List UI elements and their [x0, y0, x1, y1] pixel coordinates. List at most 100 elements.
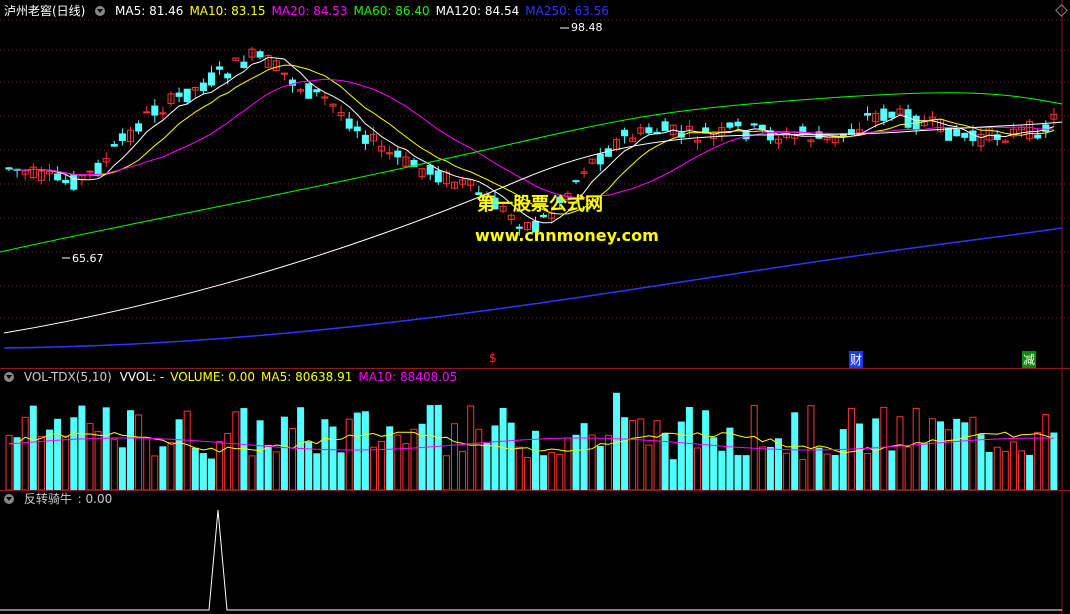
- volume-chart[interactable]: [0, 369, 1070, 490]
- volume-bar: [839, 429, 847, 490]
- candle-body: [621, 129, 629, 137]
- volume-bar: [1042, 413, 1050, 490]
- candle-body: [888, 111, 896, 118]
- volume-bar: [1050, 432, 1058, 490]
- candle-body: [70, 174, 78, 190]
- volume-bar: [272, 451, 280, 490]
- volume-bar: [94, 431, 102, 490]
- volume-bar: [637, 418, 645, 490]
- volume-bar: [726, 427, 734, 490]
- candle-body: [151, 105, 159, 116]
- volume-bar: [248, 455, 256, 490]
- candle-body: [426, 165, 434, 175]
- watermark-url: www.chnmoney.com: [475, 226, 659, 245]
- indicator-title: 反转骑牛: [23, 492, 72, 506]
- candle-body: [864, 113, 872, 116]
- volume-bar: [143, 437, 151, 490]
- price-panel[interactable]: 98.48 65.67 泸州老窖(日线) MA5: 81.46 MA10: 83.1…: [0, 0, 1070, 368]
- volume-bar: [394, 434, 402, 490]
- indicator-signal-line: [0, 509, 1062, 611]
- volume-bar: [475, 428, 483, 490]
- collapse-icon[interactable]: [4, 372, 14, 382]
- candle-body: [118, 133, 126, 141]
- volume-bar: [596, 446, 604, 490]
- volume-bar: [993, 446, 1001, 490]
- collapse-icon[interactable]: [95, 6, 106, 16]
- candle-body: [208, 72, 215, 86]
- volume-bar: [110, 438, 118, 490]
- volume-bar: [523, 456, 531, 490]
- indicator-value: : 0.00: [77, 492, 113, 506]
- volume-bar: [62, 435, 70, 490]
- volume-bar: [856, 423, 863, 490]
- volume-bar: [264, 444, 272, 490]
- volume-legend: VOL-TDX(5,10) VVOL: - VOLUME: 0.00 MA5: 80…: [4, 369, 469, 385]
- volume-bar: [588, 434, 596, 490]
- volume-bar: [280, 416, 288, 490]
- volume-bar: [289, 427, 296, 490]
- volume-bar: [370, 446, 377, 490]
- ma-line: [8, 78, 1054, 199]
- indicator-chart[interactable]: [0, 491, 1070, 614]
- candle-body: [572, 180, 580, 183]
- volume-bar: [783, 452, 791, 490]
- candle-body: [199, 82, 207, 92]
- indicator-legend: 反转骑牛 : 0.00: [4, 491, 118, 507]
- candle-body: [224, 73, 232, 79]
- volume-bar: [815, 447, 823, 490]
- volume-panel[interactable]: VOL-TDX(5,10) VVOL: - VOLUME: 0.00 MA5: 80…: [0, 369, 1070, 490]
- volume-bar: [961, 422, 969, 490]
- volume-bar: [1034, 432, 1042, 490]
- watermark-title: 第一股票公式网: [477, 194, 603, 215]
- candle-body: [604, 148, 612, 157]
- volume-bar: [159, 446, 167, 490]
- volume-bar: [645, 444, 653, 490]
- price-chart[interactable]: 98.48 65.67: [0, 0, 1070, 368]
- volume-bar: [216, 441, 224, 490]
- volume-legend-item: VVOL: -: [119, 370, 165, 384]
- volume-bar: [402, 443, 410, 490]
- volume-bar: [937, 421, 944, 490]
- volume-bar: [54, 418, 62, 490]
- volume-legend-item: MA5: 80638.91: [261, 370, 353, 384]
- volume-bar: [127, 410, 134, 490]
- indicator-panel[interactable]: 反转骑牛 : 0.00: [0, 491, 1070, 614]
- volume-bar: [799, 459, 807, 490]
- volume-legend-item: VOLUME: 0.00: [170, 370, 256, 384]
- event-marker-reduce[interactable]: 减: [1022, 351, 1037, 368]
- volume-bar: [345, 418, 353, 490]
- ma-legend-item: MA20: 84.53: [271, 4, 348, 18]
- candle-body: [750, 123, 758, 126]
- candle-body: [183, 88, 191, 103]
- volume-bar: [426, 405, 434, 490]
- candle-body: [645, 127, 653, 134]
- candle-body: [94, 162, 102, 176]
- event-marker-finance[interactable]: 财: [849, 351, 864, 368]
- volume-bar: [548, 452, 556, 490]
- volume-bar: [442, 455, 450, 490]
- volume-bar: [224, 433, 232, 490]
- volume-bar: [540, 455, 548, 490]
- candle-body: [434, 170, 442, 183]
- candle-body: [110, 144, 118, 147]
- volume-bar: [483, 443, 491, 490]
- candle-body: [305, 83, 313, 99]
- volume-bar: [515, 446, 523, 490]
- candle-body: [216, 66, 224, 70]
- candle-body: [880, 108, 888, 121]
- collapse-icon[interactable]: [4, 494, 14, 504]
- candle-body: [135, 123, 143, 132]
- volume-bar: [191, 447, 199, 490]
- volume-bar: [313, 453, 321, 490]
- ma-legend-item: MA10: 83.15: [189, 4, 266, 18]
- candle-body: [240, 61, 248, 68]
- volume-bar: [37, 435, 45, 490]
- volume-bar: [378, 441, 386, 490]
- volume-bar: [1018, 450, 1025, 490]
- ma-legend-item: MA120: 84.54: [435, 4, 520, 18]
- volume-bar: [685, 406, 693, 490]
- volume-bar: [677, 421, 685, 490]
- candle-body: [353, 126, 361, 132]
- candle-body: [256, 51, 264, 58]
- event-marker-dollar[interactable]: $: [489, 351, 497, 365]
